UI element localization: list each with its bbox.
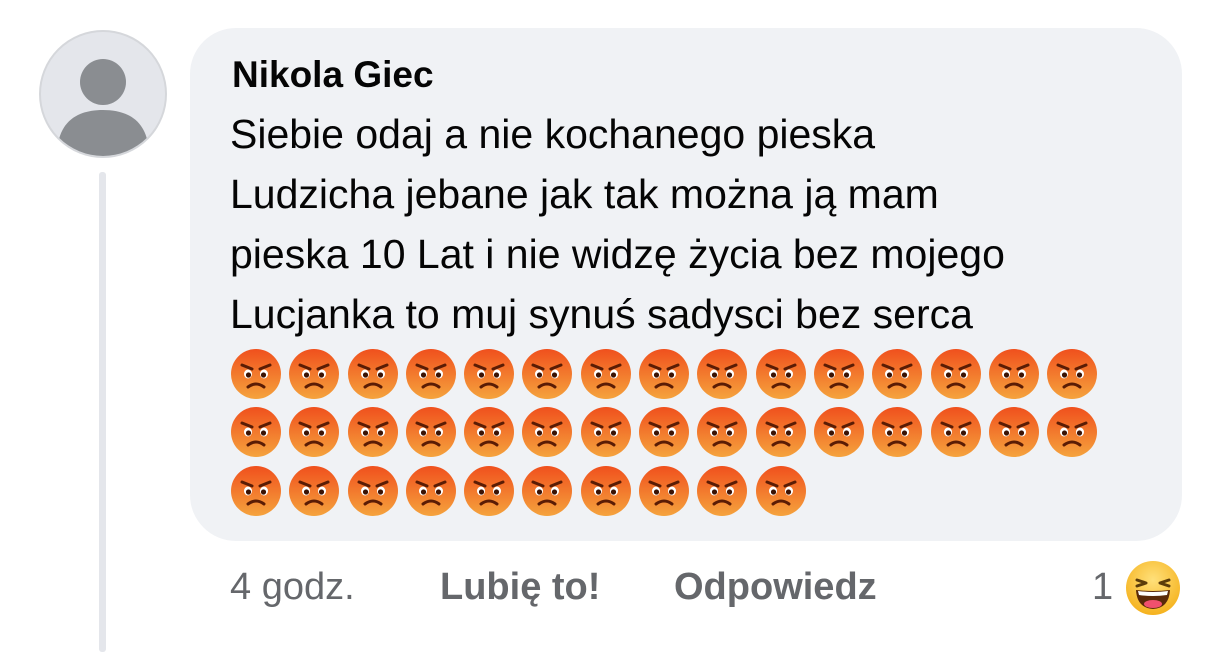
pouting-face-emoji-icon [988, 407, 1039, 457]
reply-thread-line [99, 172, 106, 652]
pouting-face-emoji-icon [464, 407, 515, 457]
pouting-face-emoji-icon [464, 349, 515, 399]
pouting-face-emoji-icon [522, 349, 573, 399]
pouting-face-emoji-icon [1047, 407, 1098, 457]
pouting-face-emoji-icon [988, 349, 1039, 399]
like-button[interactable]: Lubię to! [440, 562, 600, 612]
pouting-face-emoji-icon [872, 349, 923, 399]
laughing-face-emoji-icon[interactable] [1125, 560, 1181, 616]
pouting-face-emoji-icon [639, 349, 690, 399]
pouting-face-emoji-icon [639, 407, 690, 457]
pouting-face-emoji-icon [405, 349, 456, 399]
emoji-row [230, 406, 1098, 458]
avatar[interactable] [39, 30, 167, 158]
pouting-face-emoji-icon [872, 407, 923, 457]
pouting-face-emoji-icon [289, 466, 340, 516]
pouting-face-emoji-icon [1047, 349, 1098, 399]
pouting-face-emoji-icon [697, 466, 748, 516]
pouting-face-emoji-icon [930, 407, 981, 457]
comment-author-name[interactable]: Nikola Giec [232, 50, 434, 100]
pouting-face-emoji-icon [580, 407, 631, 457]
pouting-face-emoji-icon [755, 349, 806, 399]
comment-text-line: Lucjanka to muj synuś sadysci bez serca [230, 291, 973, 337]
comment-timestamp[interactable]: 4 godz. [230, 562, 355, 612]
pouting-face-emoji-icon [347, 466, 398, 516]
comment-text-line: Ludzicha jebane jak tak można ją mam [230, 171, 939, 217]
pouting-face-emoji-icon [755, 466, 806, 516]
pouting-face-emoji-icon [697, 349, 748, 399]
pouting-face-emoji-icon [405, 407, 456, 457]
pouting-face-emoji-icon [697, 407, 748, 457]
pouting-face-emoji-icon [813, 349, 864, 399]
pouting-face-emoji-icon [231, 407, 281, 457]
pouting-face-emoji-icon [755, 407, 806, 457]
pouting-face-emoji-icon [289, 349, 340, 399]
comment-text-line: Siebie odaj a nie kochanego pieska [230, 111, 876, 157]
pouting-face-emoji-icon [522, 466, 573, 516]
pouting-face-emoji-icon [580, 349, 631, 399]
emoji-row [230, 465, 807, 517]
pouting-face-emoji-icon [930, 349, 981, 399]
pouting-face-emoji-icon [231, 466, 281, 516]
emoji-row [230, 348, 1098, 400]
reply-button[interactable]: Odpowiedz [674, 562, 877, 612]
pouting-face-emoji-icon [464, 466, 515, 516]
comment-text-line: pieska 10 Lat i nie widzę życia bez moje… [230, 231, 1005, 277]
default-user-icon [57, 59, 149, 156]
pouting-face-emoji-icon [347, 349, 398, 399]
pouting-face-emoji-icon [522, 407, 573, 457]
reaction-count[interactable]: 1 [1092, 562, 1113, 612]
pouting-face-emoji-icon [289, 407, 340, 457]
pouting-face-emoji-icon [405, 466, 456, 516]
pouting-face-emoji-icon [580, 466, 631, 516]
pouting-face-emoji-icon [347, 407, 398, 457]
pouting-face-emoji-icon [639, 466, 690, 516]
pouting-face-emoji-icon [231, 349, 281, 399]
pouting-face-emoji-icon [813, 407, 864, 457]
